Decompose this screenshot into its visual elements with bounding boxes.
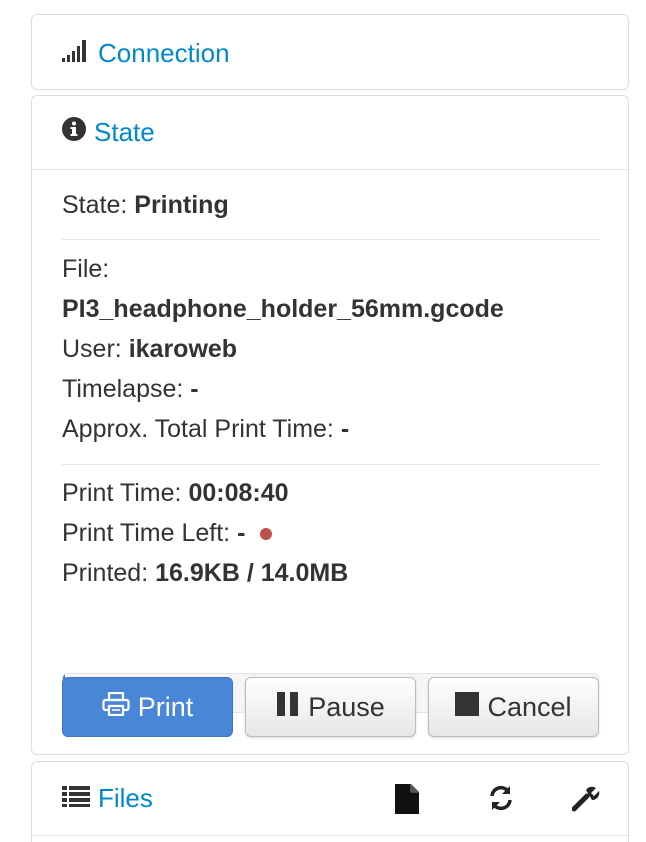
pause-button[interactable]: Pause xyxy=(245,677,416,737)
approx-time-label: Approx. Total Print Time: xyxy=(62,415,334,443)
divider xyxy=(62,239,599,240)
file-icon[interactable] xyxy=(395,784,425,814)
state-line: State: Printing xyxy=(62,190,229,220)
signal-icon xyxy=(62,38,90,69)
files-panel: Files xyxy=(31,761,629,842)
connection-panel: Connection xyxy=(31,14,629,90)
connection-title[interactable]: Connection xyxy=(98,38,230,69)
timelapse-label: Timelapse: xyxy=(62,375,184,403)
state-header[interactable]: State xyxy=(32,96,628,170)
state-value: Printing xyxy=(134,191,229,219)
print-button-label: Print xyxy=(137,691,194,722)
approx-time-line: Approx. Total Print Time: - xyxy=(62,414,349,444)
timelapse-line: Timelapse: - xyxy=(62,374,199,404)
cancel-button[interactable]: Cancel xyxy=(428,677,599,737)
printed-line: Printed: 16.9KB / 14.0MB xyxy=(62,558,348,588)
list-icon xyxy=(62,783,90,814)
info-icon xyxy=(62,117,86,148)
user-label: User: xyxy=(62,335,122,363)
files-title[interactable]: Files xyxy=(98,783,153,814)
printed-value: 16.9KB / 14.0MB xyxy=(155,559,349,587)
printed-label: Printed: xyxy=(62,559,149,587)
print-time-label: Print Time: xyxy=(62,479,182,507)
stop-icon xyxy=(455,691,480,723)
state-title[interactable]: State xyxy=(94,117,155,148)
approx-time-value: - xyxy=(340,415,350,443)
wrench-icon[interactable] xyxy=(571,784,602,814)
print-time-value: 00:08:40 xyxy=(188,479,289,507)
print-button[interactable]: Print xyxy=(62,677,233,737)
refresh-icon[interactable] xyxy=(487,784,517,814)
state-label: State: xyxy=(62,191,128,219)
pause-icon xyxy=(276,691,300,724)
divider xyxy=(62,464,599,465)
time-left-value: - xyxy=(237,519,246,547)
file-value: PI3_headphone_holder_56mm.gcode xyxy=(62,295,504,323)
user-line: User: ikaroweb xyxy=(62,334,237,364)
printer-icon xyxy=(102,691,130,723)
pause-button-label: Pause xyxy=(308,691,385,722)
files-header[interactable]: Files xyxy=(32,762,628,836)
time-left-label: Print Time Left: xyxy=(62,519,231,547)
timelapse-value: - xyxy=(190,375,199,403)
cancel-button-label: Cancel xyxy=(487,691,572,722)
status-dot-icon[interactable] xyxy=(260,528,273,541)
file-label: File: xyxy=(62,255,110,283)
print-time-line: Print Time: 00:08:40 xyxy=(62,478,289,508)
time-left-line: Print Time Left: - xyxy=(62,518,273,548)
connection-header[interactable]: Connection xyxy=(32,15,628,91)
state-panel: State State: Printing File: PI3_headphon… xyxy=(31,95,629,755)
user-value: ikaroweb xyxy=(128,335,238,363)
